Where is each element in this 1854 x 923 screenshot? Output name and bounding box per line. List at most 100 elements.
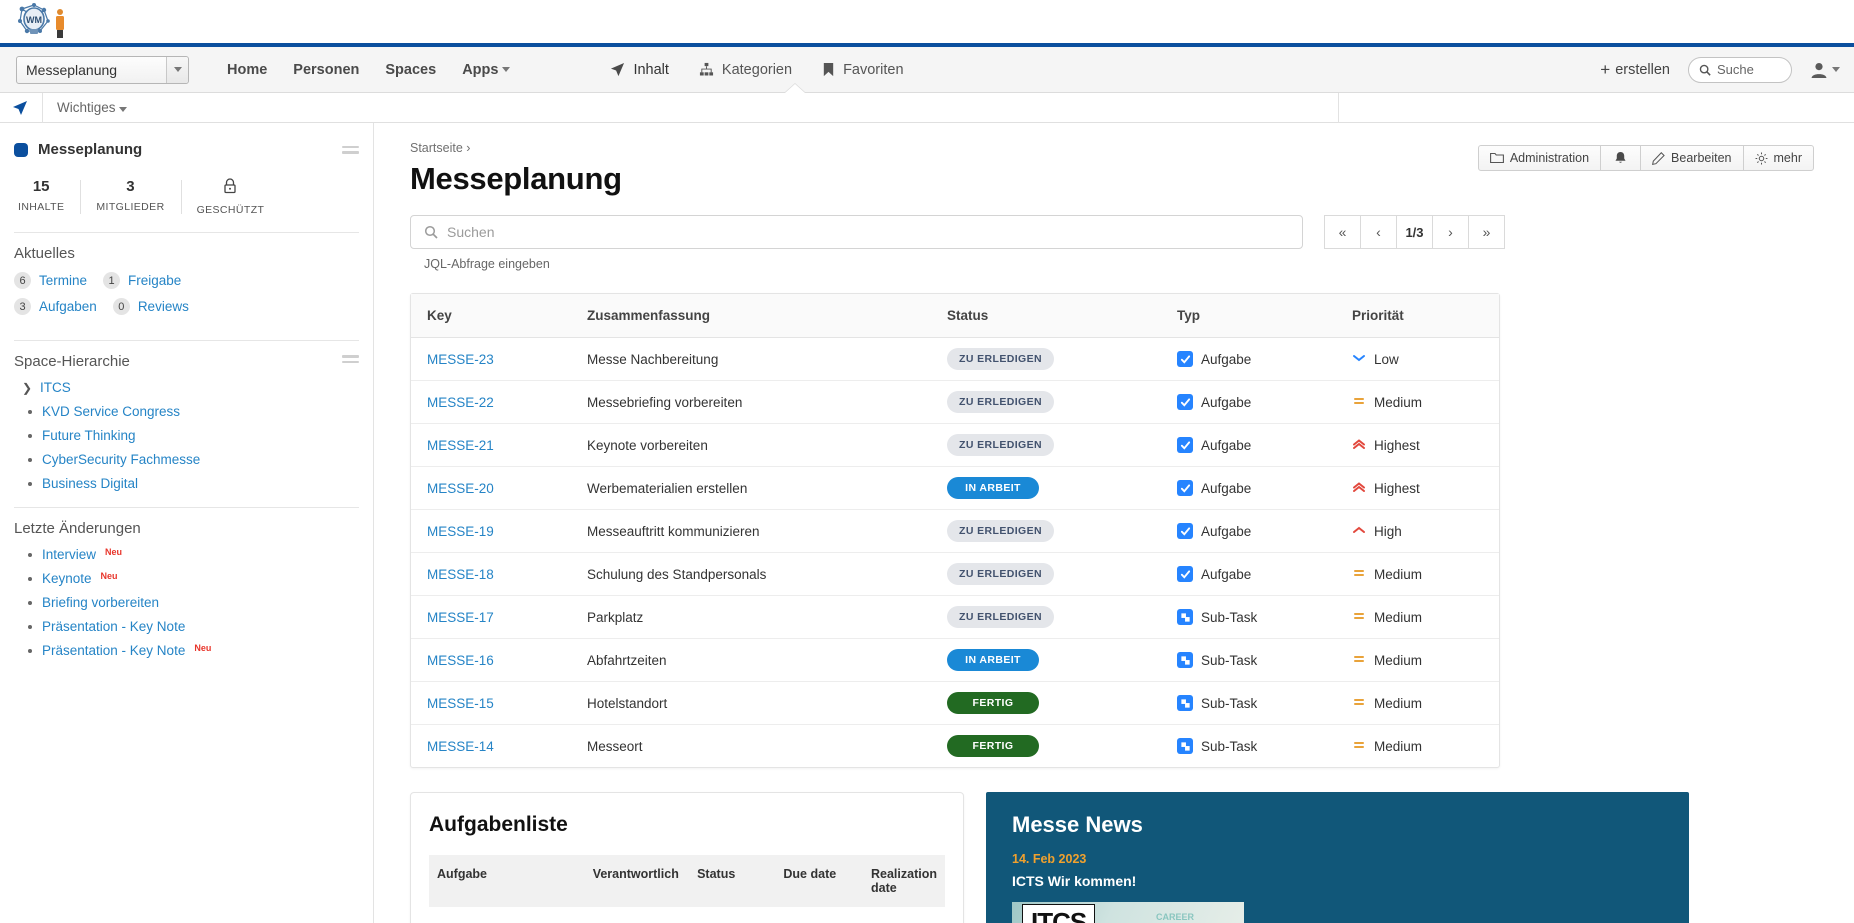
table-row[interactable]: MESSE-22 Messebriefing vorbereiten ZU ERLE… [411, 380, 1499, 424]
issue-key-link[interactable]: MESSE-14 [427, 739, 494, 754]
table-row[interactable]: MESSE-20 Werbematerialien erstellen IN ARB… [411, 466, 1499, 510]
column-header-summary[interactable]: Zusammenfassung [571, 294, 931, 338]
aktuelles-item-reviews[interactable]: 0 Reviews [112, 298, 189, 315]
administration-button[interactable]: Administration [1477, 145, 1602, 171]
list-item[interactable]: Interview Neu [22, 547, 359, 562]
mehr-button[interactable]: mehr [1742, 145, 1814, 171]
change-link-keynote[interactable]: Keynote [42, 571, 92, 586]
pagination-last-button[interactable]: » [1468, 215, 1505, 249]
aktuelles-item-termine[interactable]: 6 Termine [14, 272, 87, 289]
send-icon-button[interactable] [12, 100, 28, 116]
issue-key-link[interactable]: MESSE-15 [427, 696, 494, 711]
table-row[interactable]: MESSE-23 Messe Nachbereitung ZU ERLEDIGEN A… [411, 337, 1499, 381]
issue-key-link[interactable]: MESSE-22 [427, 395, 494, 410]
table-row[interactable]: MESSE-18 Schulung des Standpersonals ZU ER… [411, 552, 1499, 596]
hierarchy-link-itcs[interactable]: ITCS [40, 380, 71, 395]
bullet-icon [28, 481, 32, 486]
pagination-next-button[interactable]: › [1432, 215, 1469, 249]
issue-key-link[interactable]: MESSE-19 [427, 524, 494, 539]
space-selector-caret[interactable] [166, 56, 188, 83]
nav-tab-inhalt[interactable]: Inhalt [610, 62, 669, 78]
column-header-type[interactable]: Typ [1161, 294, 1336, 338]
hierarchy-link-kvd[interactable]: KVD Service Congress [42, 404, 180, 419]
table-row[interactable]: MESSE-16 Abfahrtzeiten IN ARBEIT Sub-Task Me… [411, 638, 1499, 682]
list-item[interactable]: Keynote Neu [22, 571, 359, 586]
hierarchy-link-cybersecurity[interactable]: CyberSecurity Fachmesse [42, 452, 200, 467]
bullet-icon [28, 649, 32, 653]
issue-key-link[interactable]: MESSE-21 [427, 438, 494, 453]
aktuelles-item-aufgaben[interactable]: 3 Aufgaben [14, 298, 97, 315]
hierarchy-item-business-digital[interactable]: Business Digital [22, 476, 359, 491]
task-icon [1177, 437, 1193, 453]
priority-label: Medium [1374, 652, 1423, 668]
hierarchy-item-kvd[interactable]: KVD Service Congress [22, 404, 359, 419]
bullet-icon [28, 409, 32, 414]
list-item[interactable]: Präsentation - Key Note [22, 619, 359, 634]
divider [14, 232, 359, 233]
hierarchy-link-future-thinking[interactable]: Future Thinking [42, 428, 136, 443]
freigabe-count-badge: 1 [103, 272, 121, 289]
hierarchy-item-itcs[interactable]: ❯ ITCS [22, 380, 359, 395]
user-menu[interactable] [1810, 61, 1840, 79]
change-link-interview[interactable]: Interview [42, 547, 96, 562]
cell-priority: Highest [1336, 466, 1499, 510]
nav-link-personen[interactable]: Personen [293, 62, 359, 78]
create-button[interactable]: + erstellen [1600, 61, 1670, 78]
notifications-button[interactable] [1600, 145, 1642, 171]
news-headline[interactable]: ICTS Wir kommen! [1012, 873, 1665, 889]
issue-key-link[interactable]: MESSE-17 [427, 610, 494, 625]
bullet-icon [28, 625, 32, 629]
breadcrumb-separator: › [466, 141, 471, 155]
pagination-prev-button[interactable]: ‹ [1360, 215, 1397, 249]
aufgaben-link[interactable]: Aufgaben [39, 299, 97, 314]
news-thumbnail-image[interactable]: ITCS JOBS CAREER [1012, 902, 1244, 923]
global-search-input[interactable]: Suche [1688, 56, 1792, 83]
bearbeiten-button[interactable]: Bearbeiten [1640, 145, 1744, 171]
issue-search-input[interactable]: Suchen [410, 215, 1303, 249]
nav-tab-kategorien[interactable]: Kategorien [699, 62, 792, 78]
hierarchy-item-future-thinking[interactable]: Future Thinking [22, 428, 359, 443]
breadcrumb-startseite[interactable]: Startseite [410, 141, 463, 155]
status-badge: ZU ERLEDIGEN [947, 434, 1054, 456]
column-header-key[interactable]: Key [411, 294, 571, 338]
nav-link-home[interactable]: Home [227, 62, 267, 78]
termine-link[interactable]: Termine [39, 273, 87, 288]
nav-link-apps[interactable]: Apps [462, 62, 511, 78]
freigabe-link[interactable]: Freigabe [128, 273, 181, 288]
column-header-status[interactable]: Status [931, 294, 1161, 338]
reviews-link[interactable]: Reviews [138, 299, 189, 314]
issue-key-link[interactable]: MESSE-23 [427, 352, 494, 367]
hierarchy-link-business-digital[interactable]: Business Digital [42, 476, 138, 491]
nav-tab-favoriten[interactable]: Favoriten [822, 62, 904, 78]
type-label: Sub-Task [1201, 652, 1258, 668]
wichtiges-dropdown[interactable]: Wichtiges [57, 100, 128, 115]
list-item[interactable]: Präsentation - Key Note Neu [22, 643, 359, 658]
hierarchie-menu-button[interactable] [342, 355, 359, 363]
issue-key-link[interactable]: MESSE-20 [427, 481, 494, 496]
column-header-priority[interactable]: Priorität [1336, 294, 1499, 338]
change-link-praesentation-2[interactable]: Präsentation - Key Note [42, 643, 185, 658]
priority-label: Highest [1374, 437, 1420, 453]
list-item[interactable]: Briefing vorbereiten [22, 595, 359, 610]
cell-type: Aufgabe [1161, 509, 1336, 553]
table-row[interactable]: MESSE-19 Messeauftritt kommunizieren ZU ER… [411, 509, 1499, 553]
change-link-praesentation-1[interactable]: Präsentation - Key Note [42, 619, 185, 634]
table-row[interactable]: MESSE-17 Parkplatz ZU ERLEDIGEN Sub-Task Med… [411, 595, 1499, 639]
aktuelles-item-freigabe[interactable]: 1 Freigabe [103, 272, 181, 289]
table-row[interactable]: MESSE-14 Messeort FERTIG Sub-Task Medium [411, 725, 1499, 768]
sidebar-menu-button[interactable] [342, 145, 359, 154]
table-row[interactable]: MESSE-15 Hotelstandort FERTIG Sub-Task Mediu… [411, 681, 1499, 725]
nav-link-spaces[interactable]: Spaces [385, 62, 436, 78]
double-chevron-up-icon [1352, 481, 1366, 496]
space-selector[interactable]: Messeplanung [16, 55, 189, 84]
hierarchy-item-cybersecurity[interactable]: CyberSecurity Fachmesse [22, 452, 359, 467]
chevron-right-icon[interactable]: ❯ [22, 381, 32, 395]
change-link-briefing[interactable]: Briefing vorbereiten [42, 595, 159, 610]
app-logo[interactable]: WM [14, 0, 76, 44]
pagination-first-button[interactable]: « [1324, 215, 1361, 249]
bookmark-icon [823, 62, 834, 77]
issue-table-body: MESSE-23 Messe Nachbereitung ZU ERLEDIGEN A… [411, 337, 1499, 768]
issue-key-link[interactable]: MESSE-18 [427, 567, 494, 582]
table-row[interactable]: MESSE-21 Keynote vorbereiten ZU ERLEDIGEN A… [411, 423, 1499, 467]
issue-key-link[interactable]: MESSE-16 [427, 653, 494, 668]
